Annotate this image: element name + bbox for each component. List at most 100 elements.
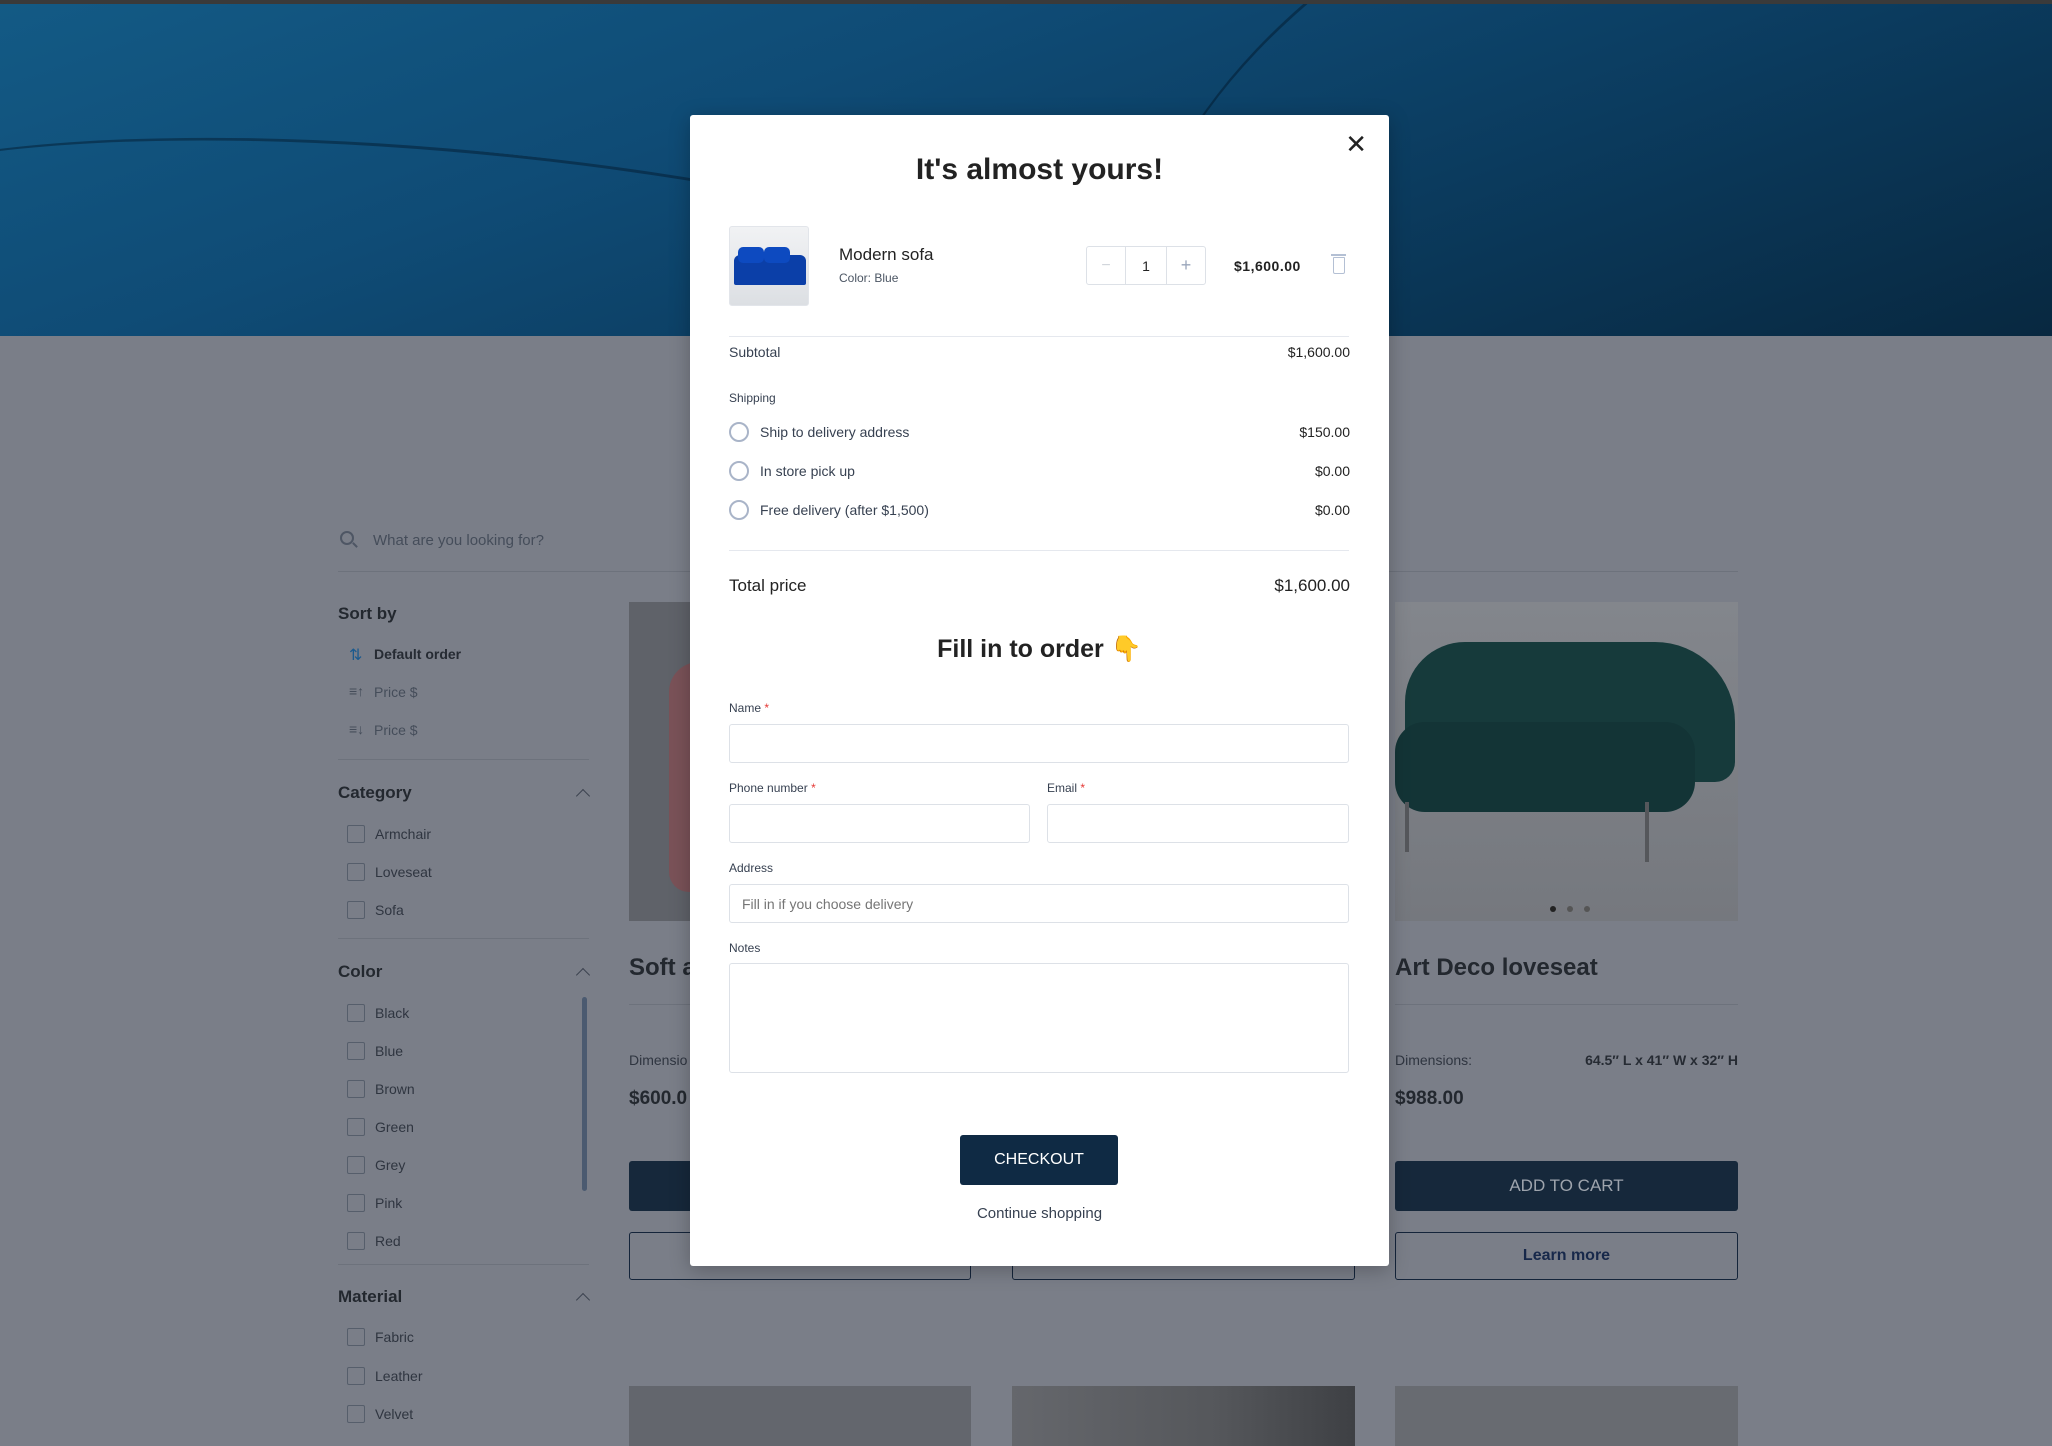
- filter-option-label[interactable]: Pink: [375, 1195, 402, 1211]
- shipping-option-label[interactable]: In store pick up: [760, 463, 855, 479]
- subtotal-label: Subtotal: [729, 344, 781, 360]
- quantity-stepper: − 1 +: [1086, 246, 1206, 285]
- filter-heading-material[interactable]: Material: [338, 1287, 402, 1307]
- chevron-up-icon[interactable]: [575, 967, 591, 983]
- sort-price-desc[interactable]: Price $: [374, 722, 418, 738]
- form-title: Fill in to order 👇: [937, 635, 1142, 663]
- sort-default-order[interactable]: Default order: [374, 646, 461, 662]
- quantity-value[interactable]: 1: [1126, 247, 1166, 284]
- radio-ship-to-address[interactable]: [729, 422, 749, 442]
- divider: [338, 938, 589, 939]
- carousel-dot-active[interactable]: [1550, 906, 1556, 912]
- radio-store-pickup[interactable]: [729, 461, 749, 481]
- filter-option-label[interactable]: Grey: [375, 1157, 405, 1173]
- checkbox-armchair[interactable]: [347, 825, 365, 843]
- shipping-option-label[interactable]: Ship to delivery address: [760, 424, 909, 440]
- checkbox-green[interactable]: [347, 1118, 365, 1136]
- checkbox-grey[interactable]: [347, 1156, 365, 1174]
- product-image[interactable]: [1012, 1386, 1355, 1446]
- dimensions-label: Dimensions:: [1395, 1052, 1473, 1068]
- continue-shopping-link[interactable]: Continue shopping: [690, 1205, 1389, 1222]
- shipping-option-price: $150.00: [1299, 424, 1350, 440]
- checkbox-brown[interactable]: [347, 1080, 365, 1098]
- sort-price-asc-icon: ≡↑: [349, 683, 365, 699]
- checkbox-blue[interactable]: [347, 1042, 365, 1060]
- learn-more-button[interactable]: Learn more: [1395, 1232, 1738, 1280]
- cart-item-name: Modern sofa: [839, 245, 934, 264]
- filter-heading-color[interactable]: Color: [338, 962, 382, 982]
- add-to-cart-button[interactable]: ADD TO CART: [1395, 1161, 1738, 1211]
- checkbox-leather[interactable]: [347, 1366, 365, 1385]
- subtotal-value: $1,600.00: [1287, 344, 1350, 360]
- decrease-quantity-button[interactable]: −: [1087, 247, 1126, 284]
- chevron-up-icon[interactable]: [575, 1292, 591, 1308]
- product-thumbnail: [729, 226, 809, 306]
- checkbox-pink[interactable]: [347, 1194, 365, 1212]
- email-label: Email *: [1047, 781, 1085, 795]
- checkbox-velvet[interactable]: [347, 1405, 365, 1423]
- phone-input[interactable]: [729, 804, 1030, 843]
- product-price: $600.0: [629, 1088, 688, 1109]
- total-price-value: $1,600.00: [1274, 576, 1350, 595]
- filter-option-label[interactable]: Sofa: [375, 902, 404, 918]
- divider: [338, 1264, 589, 1265]
- shipping-label: Shipping: [729, 391, 776, 405]
- filter-option-label[interactable]: Brown: [375, 1081, 415, 1097]
- product-title[interactable]: Art Deco loveseat: [1395, 954, 1598, 982]
- name-label: Name *: [729, 701, 769, 715]
- increase-quantity-button[interactable]: +: [1166, 247, 1205, 284]
- filter-option-label[interactable]: Velvet: [375, 1406, 413, 1422]
- checkbox-red[interactable]: [347, 1232, 365, 1250]
- required-mark: *: [764, 701, 770, 715]
- carousel-dot[interactable]: [1567, 906, 1573, 912]
- checkbox-loveseat[interactable]: [347, 863, 365, 881]
- name-label-text: Name: [729, 701, 762, 715]
- sort-by-heading: Sort by: [338, 604, 397, 623]
- filter-option-label[interactable]: Armchair: [375, 826, 431, 842]
- sort-price-asc[interactable]: Price $: [374, 684, 418, 700]
- filter-option-label[interactable]: Green: [375, 1119, 414, 1135]
- product-title[interactable]: Soft a: [629, 954, 696, 982]
- required-mark: *: [811, 781, 816, 795]
- divider: [729, 336, 1349, 337]
- name-input[interactable]: [729, 724, 1349, 763]
- filter-option-label[interactable]: Fabric: [375, 1329, 414, 1345]
- checkbox-black[interactable]: [347, 1004, 365, 1022]
- chevron-up-icon[interactable]: [575, 788, 591, 804]
- divider: [338, 759, 589, 760]
- cart-item-price: $1,600.00: [1234, 258, 1301, 274]
- filter-option-label[interactable]: Red: [375, 1233, 401, 1249]
- address-label: Address: [729, 861, 774, 875]
- shipping-option-price: $0.00: [1314, 463, 1350, 479]
- filter-scrollbar[interactable]: [582, 997, 587, 1191]
- checkout-button[interactable]: CHECKOUT: [960, 1135, 1118, 1185]
- product-image[interactable]: [629, 1386, 971, 1446]
- filter-heading-category[interactable]: Category: [338, 783, 412, 803]
- product-image-art-deco-loveseat[interactable]: [1395, 602, 1738, 921]
- phone-label: Phone number *: [729, 781, 816, 795]
- shipping-option-price: $0.00: [1314, 502, 1350, 518]
- trash-icon[interactable]: [1331, 254, 1346, 274]
- carousel-dot[interactable]: [1584, 906, 1590, 912]
- sort-price-desc-icon: ≡↓: [349, 721, 365, 737]
- phone-label-text: Phone number: [729, 781, 808, 795]
- filter-option-label[interactable]: Leather: [375, 1368, 422, 1384]
- address-input[interactable]: [729, 884, 1349, 923]
- filter-option-label[interactable]: Blue: [375, 1043, 403, 1059]
- product-image[interactable]: [1395, 1386, 1738, 1446]
- email-input[interactable]: [1047, 804, 1349, 843]
- checkbox-fabric[interactable]: [347, 1328, 365, 1346]
- sort-default-icon: ⇅: [349, 647, 363, 664]
- required-mark: *: [1080, 781, 1086, 795]
- notes-textarea[interactable]: [729, 963, 1349, 1073]
- filter-option-label[interactable]: Loveseat: [375, 864, 432, 880]
- checkbox-sofa[interactable]: [347, 901, 365, 919]
- cart-modal: ✕ It's almost yours! Modern sofa Color: …: [690, 115, 1389, 1266]
- filter-option-label[interactable]: Black: [375, 1005, 409, 1021]
- total-price-label: Total price: [729, 576, 807, 595]
- shipping-option-label[interactable]: Free delivery (after $1,500): [760, 502, 929, 518]
- radio-free-delivery[interactable]: [729, 500, 749, 520]
- dimensions-label: Dimensio: [629, 1052, 688, 1068]
- search-icon: [340, 531, 354, 545]
- divider: [1395, 1004, 1738, 1005]
